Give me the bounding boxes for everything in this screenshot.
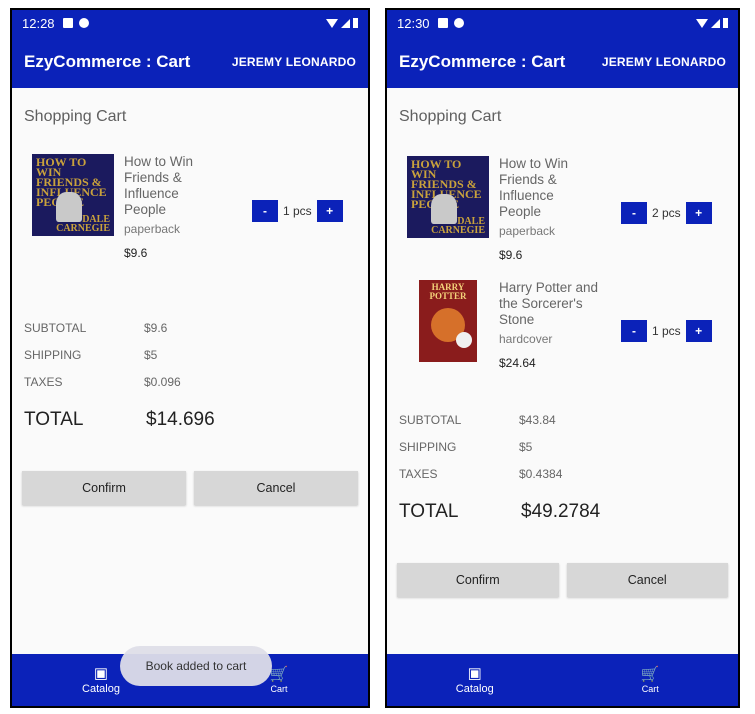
quantity-text: 2 pcs — [652, 206, 681, 220]
battery-icon — [723, 18, 728, 28]
nav-cart-label: Cart — [641, 683, 659, 694]
toast-message: Book added to cart — [120, 646, 272, 686]
total-value: $14.696 — [146, 409, 215, 430]
increase-quantity-button[interactable]: + — [685, 320, 712, 342]
increase-quantity-button[interactable]: + — [316, 200, 343, 222]
signal-icon — [341, 18, 350, 28]
total-label: TOTAL — [24, 409, 84, 430]
total-value: $49.2784 — [521, 501, 601, 522]
notification-icon — [437, 18, 448, 28]
book-cover: HOW TO WIN FRIENDS & INFLUENCE PEOPLE DA… — [407, 156, 489, 238]
decrease-quantity-button[interactable]: - — [252, 200, 278, 222]
order-summary: SUBTOTAL $9.6 SHIPPING $5 TAXES $0.096 TOTA… — [24, 314, 356, 431]
quantity-stepper: - 1 pcs + — [621, 320, 712, 342]
app-title: EzyCommerce : Cart — [24, 52, 191, 71]
item-title: How to Win Friends & Influence People — [499, 156, 569, 219]
notification-icon — [62, 18, 73, 28]
signal-icon — [711, 18, 720, 28]
app-notification-icon — [78, 18, 89, 28]
bottom-navigation: ▣ Catalog 🛒 Cart — [387, 654, 738, 706]
section-title: Shopping Cart — [24, 108, 127, 125]
cart-item: HOW TO WIN FRIENDS & INFLUENCE PEOPLE DA… — [399, 156, 726, 262]
status-time: 12:28 — [22, 15, 55, 31]
order-summary: SUBTOTAL $43.84 SHIPPING $5 TAXES $0.4384 T… — [399, 406, 726, 523]
cart-item: HARRY POTTER Harry Potter and the Sorcer… — [399, 280, 726, 370]
taxes-value: $0.096 — [144, 374, 181, 389]
wifi-icon — [696, 18, 708, 28]
decrease-quantity-button[interactable]: - — [621, 320, 647, 342]
nav-catalog-label: Catalog — [455, 682, 494, 695]
book-cover: HOW TO WIN FRIENDS & INFLUENCE PEOPLE DA… — [32, 154, 114, 236]
app-notification-icon — [453, 18, 464, 28]
quantity-text: 1 pcs — [652, 324, 681, 338]
status-time: 12:30 — [397, 15, 430, 31]
item-title: Harry Potter and the Sorcerer's Stone — [499, 280, 599, 327]
shipping-label: SHIPPING — [24, 347, 82, 362]
item-format: hardcover — [499, 332, 553, 346]
user-name[interactable]: JEREMY LEONARDO — [602, 55, 726, 69]
cart-content: Shopping Cart HOW TO WIN FRIENDS & INFLU… — [387, 108, 738, 523]
decrease-quantity-button[interactable]: - — [621, 202, 647, 224]
cover-title: HARRY POTTER — [429, 282, 467, 301]
quantity-stepper: - 2 pcs + — [621, 202, 712, 224]
shipping-value: $5 — [519, 439, 533, 454]
cancel-button[interactable]: Cancel — [194, 471, 358, 505]
subtotal-label: SUBTOTAL — [399, 412, 462, 427]
item-price: $9.6 — [124, 246, 148, 260]
item-price: $24.64 — [499, 356, 536, 370]
item-price: $9.6 — [499, 248, 523, 262]
total-label: TOTAL — [399, 501, 459, 522]
taxes-label: TAXES — [399, 466, 438, 481]
cover-author: DALE CARNEGIE — [56, 214, 110, 234]
shopping-cart-icon: 🛒 — [269, 665, 289, 683]
status-bar: 12:30 — [387, 10, 738, 36]
section-title: Shopping Cart — [399, 108, 502, 125]
item-format: paperback — [124, 222, 181, 236]
nav-catalog[interactable]: ▣ Catalog — [387, 654, 563, 706]
item-format: paperback — [499, 224, 556, 238]
nav-catalog-label: Catalog — [82, 682, 120, 695]
item-title: How to Win Friends & Influence People — [124, 154, 194, 217]
user-name[interactable]: JEREMY LEONARDO — [232, 55, 356, 69]
cancel-button[interactable]: Cancel — [566, 563, 728, 597]
shopping-cart-icon: 🛒 — [640, 665, 660, 683]
nav-cart[interactable]: 🛒 Cart — [563, 654, 739, 706]
action-buttons: Confirm Cancel — [387, 563, 738, 597]
subtotal-label: SUBTOTAL — [24, 320, 87, 335]
app-title: EzyCommerce : Cart — [399, 52, 566, 71]
phone-screen-right: 12:30 EzyCommerce : Cart JEREMY LEONARDO… — [385, 8, 740, 708]
shipping-label: SHIPPING — [399, 439, 457, 454]
cart-content: Shopping Cart HOW TO WIN FRIENDS & INFLU… — [12, 108, 368, 431]
action-buttons: Confirm Cancel — [12, 471, 368, 505]
wifi-icon — [326, 18, 338, 28]
app-bar: EzyCommerce : Cart JEREMY LEONARDO — [387, 36, 738, 88]
shipping-value: $5 — [144, 347, 158, 362]
confirm-button[interactable]: Confirm — [397, 563, 559, 597]
nav-cart-label: Cart — [270, 683, 288, 694]
cart-item: HOW TO WIN FRIENDS & INFLUENCE PEOPLE DA… — [24, 154, 356, 260]
status-bar: 12:28 — [12, 10, 368, 36]
app-bar: EzyCommerce : Cart JEREMY LEONARDO — [12, 36, 368, 88]
subtotal-value: $43.84 — [519, 412, 556, 427]
quantity-stepper: - 1 pcs + — [252, 200, 343, 222]
book-stack-icon: ▣ — [93, 664, 109, 682]
book-stack-icon: ▣ — [467, 664, 482, 682]
taxes-label: TAXES — [24, 374, 63, 389]
increase-quantity-button[interactable]: + — [685, 202, 712, 224]
confirm-button[interactable]: Confirm — [22, 471, 186, 505]
subtotal-value: $9.6 — [144, 320, 168, 335]
taxes-value: $0.4384 — [519, 466, 563, 481]
battery-icon — [353, 18, 358, 28]
book-cover: HARRY POTTER — [407, 280, 489, 362]
quantity-text: 1 pcs — [283, 204, 312, 218]
cover-author: DALE CARNEGIE — [431, 216, 485, 236]
phone-screen-left: 12:28 EzyCommerce : Cart JEREMY LEONARDO… — [10, 8, 370, 708]
